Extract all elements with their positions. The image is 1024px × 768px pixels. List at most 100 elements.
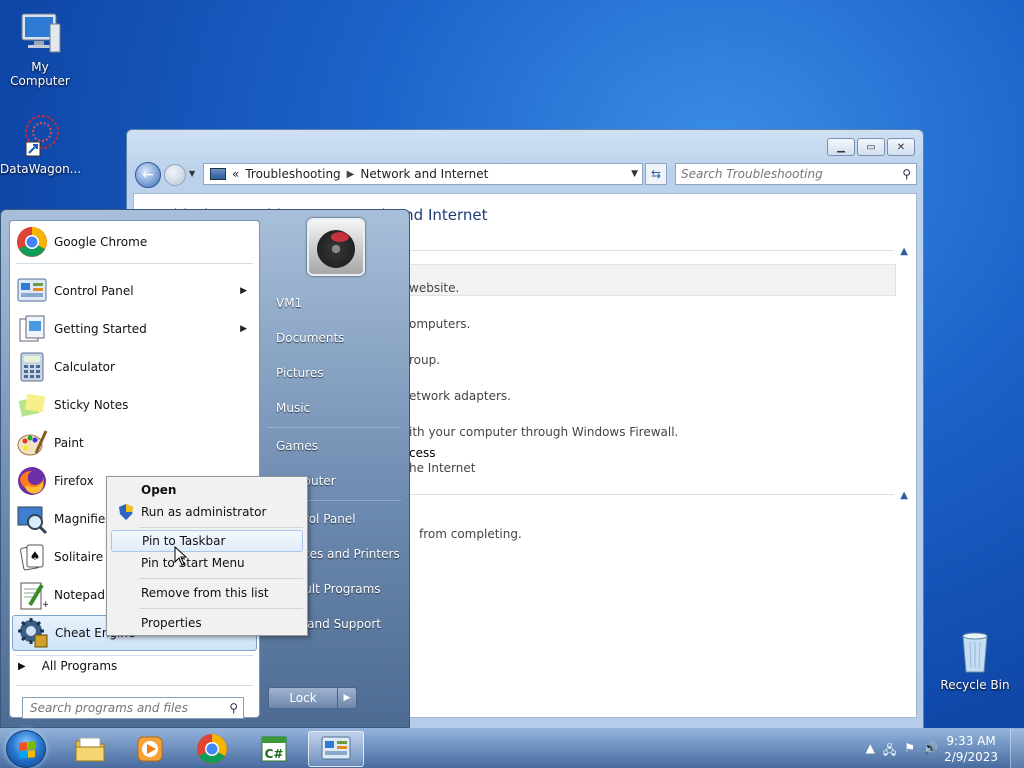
address-bar[interactable]: « Troubleshooting ▶ Network and Internet… xyxy=(203,163,643,185)
clock-date: 2/9/2023 xyxy=(944,750,998,764)
svg-text:C#: C# xyxy=(265,747,284,761)
troubleshooter-text[interactable]: roup. xyxy=(409,353,440,367)
context-properties[interactable]: Properties xyxy=(111,612,303,634)
media-player-icon xyxy=(137,736,163,762)
all-programs-label: All Programs xyxy=(41,659,118,673)
start-button[interactable] xyxy=(6,730,46,768)
breadcrumb-separator-icon[interactable]: ▶ xyxy=(347,169,355,180)
taskbar-explorer[interactable] xyxy=(62,731,118,767)
program-paint[interactable]: Paint xyxy=(12,425,257,461)
search-input[interactable]: Search Troubleshooting ⚲ xyxy=(675,163,917,185)
volume-icon[interactable]: 🔊 xyxy=(923,741,938,762)
chrome-icon xyxy=(16,226,48,258)
collapse-section-button[interactable]: ▲ xyxy=(900,246,908,257)
address-dropdown-icon[interactable]: ▼ xyxy=(631,169,638,179)
submenu-arrow-icon[interactable]: ▶ xyxy=(240,324,247,334)
shutdown-options-button[interactable]: ▶ xyxy=(337,687,357,709)
taskbar-media-player[interactable] xyxy=(122,731,178,767)
desktop-icon-recycle-bin[interactable]: Recycle Bin xyxy=(935,628,1015,692)
search-icon: ⚲ xyxy=(229,701,238,715)
desktop-icon-datawagon[interactable]: DataWagon... xyxy=(0,112,82,176)
program-getting-started[interactable]: Getting Started ▶ xyxy=(12,311,257,347)
back-arrow-icon: ← xyxy=(142,167,154,183)
troubleshooter-text[interactable]: from completing. xyxy=(419,527,522,541)
refresh-icon: ⇆ xyxy=(650,167,662,181)
recent-pages-button[interactable]: ▼ xyxy=(189,169,199,179)
minimize-icon: ▁ xyxy=(837,141,845,153)
context-separator xyxy=(139,527,303,528)
show-desktop-button[interactable] xyxy=(1010,729,1024,768)
datawagon-icon xyxy=(16,112,64,160)
breadcrumb-troubleshooting[interactable]: Troubleshooting xyxy=(245,167,340,181)
program-calculator[interactable]: Calculator xyxy=(12,349,257,385)
magnifier-icon xyxy=(16,503,48,535)
close-button[interactable]: ✕ xyxy=(887,138,915,156)
start-right-documents[interactable]: Documents xyxy=(276,331,344,345)
program-control-panel[interactable]: Control Panel ▶ xyxy=(12,273,257,309)
start-right-pictures[interactable]: Pictures xyxy=(276,366,324,380)
context-item-label: Run as administrator xyxy=(141,505,267,519)
search-placeholder: Search Troubleshooting xyxy=(681,167,823,181)
taskbar-control-panel[interactable] xyxy=(308,731,364,767)
action-center-flag-icon[interactable]: ⚑ xyxy=(904,741,915,762)
start-right-divider xyxy=(268,427,401,428)
context-run-as-admin[interactable]: Run as administrator xyxy=(111,501,303,523)
maximize-icon: ▭ xyxy=(866,141,876,153)
start-right-games[interactable]: Games xyxy=(276,439,318,453)
taskbar-csharp[interactable]: C# xyxy=(246,731,302,767)
context-remove-from-list[interactable]: Remove from this list xyxy=(111,582,303,604)
csharp-icon: C# xyxy=(261,736,287,762)
user-account-picture[interactable] xyxy=(307,218,365,276)
desktop-icon-label: My Computer xyxy=(10,60,70,88)
troubleshooter-text[interactable]: website. xyxy=(409,281,459,295)
submenu-arrow-icon[interactable]: ▶ xyxy=(240,286,247,296)
troubleshooter-text[interactable]: omputers. xyxy=(409,317,470,331)
refresh-button[interactable]: ⇆ xyxy=(645,163,667,185)
program-label: Getting Started xyxy=(54,322,147,336)
lock-button[interactable]: Lock xyxy=(268,687,338,709)
address-overflow[interactable]: « xyxy=(232,167,239,181)
system-clock[interactable]: 9:33 AM 2/9/2023 xyxy=(944,733,998,765)
firefox-icon xyxy=(16,465,48,497)
desktop-icon-label: DataWagon... xyxy=(0,162,82,176)
program-label: Magnifier xyxy=(54,512,111,526)
context-separator xyxy=(139,608,303,609)
taskbar-chrome[interactable] xyxy=(184,731,240,767)
context-pin-to-taskbar[interactable]: Pin to Taskbar xyxy=(111,530,303,552)
program-label: Google Chrome xyxy=(54,235,148,249)
close-icon: ✕ xyxy=(896,141,906,153)
context-open[interactable]: Open xyxy=(111,479,303,501)
program-google-chrome[interactable]: Google Chrome xyxy=(12,224,257,260)
control-panel-icon xyxy=(16,275,48,307)
desktop-icon-my-computer[interactable]: My Computer xyxy=(0,10,80,88)
sticky-notes-icon xyxy=(16,389,48,421)
start-menu-divider xyxy=(16,263,253,264)
network-icon[interactable]: 🖧 xyxy=(883,741,896,762)
computer-icon xyxy=(16,10,64,58)
collapse-section-button[interactable]: ▲ xyxy=(900,490,908,501)
context-menu: Open Run as administrator Pin to Taskbar… xyxy=(106,476,308,636)
troubleshooter-text[interactable]: etwork adapters. xyxy=(409,389,511,403)
minimize-button[interactable]: ▁ xyxy=(827,138,855,156)
start-right-vm1[interactable]: VM1 xyxy=(276,296,302,310)
forward-button[interactable] xyxy=(164,164,186,186)
program-sticky-notes[interactable]: Sticky Notes xyxy=(12,387,257,423)
paint-icon xyxy=(16,427,48,459)
troubleshooter-text[interactable]: ith your computer through Windows Firewa… xyxy=(409,425,678,439)
troubleshooter-text[interactable]: he Internet xyxy=(409,461,475,475)
show-hidden-icons-icon[interactable]: ▲ xyxy=(866,741,875,762)
breadcrumb-network-and-internet[interactable]: Network and Internet xyxy=(360,167,488,181)
start-search-input[interactable]: Search programs and files ⚲ xyxy=(22,697,244,719)
troubleshooter-title[interactable]: cess xyxy=(409,446,435,460)
back-button[interactable]: ← xyxy=(135,162,161,188)
context-pin-to-start-menu[interactable]: Pin to Start Menu xyxy=(111,552,303,574)
all-programs-button[interactable]: ▶ All Programs xyxy=(18,659,117,673)
context-separator xyxy=(139,578,303,579)
navigation-bar: ← ▼ « Troubleshooting ▶ Network and Inte… xyxy=(135,160,917,190)
program-label: Sticky Notes xyxy=(54,398,129,412)
maximize-button[interactable]: ▭ xyxy=(857,138,885,156)
start-right-music[interactable]: Music xyxy=(276,401,310,415)
svg-text:♠: ♠ xyxy=(30,549,41,563)
search-icon: ⚲ xyxy=(902,167,911,181)
calculator-icon xyxy=(16,351,48,383)
